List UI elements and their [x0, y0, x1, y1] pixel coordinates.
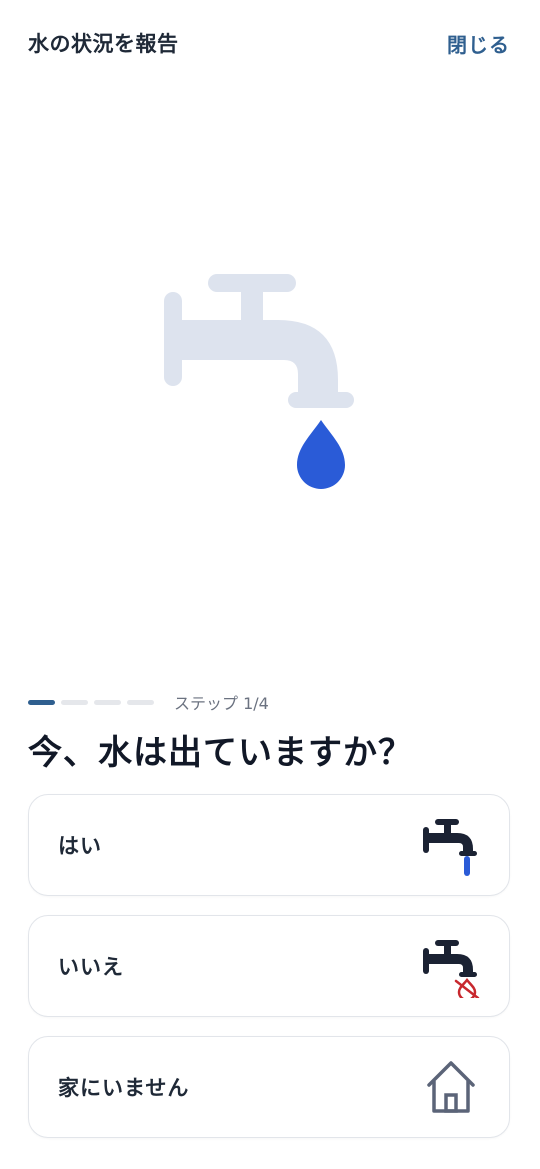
progress-indicator: ステップ 1/4	[28, 690, 508, 714]
option-yes-button[interactable]: はい	[28, 794, 510, 896]
option-label: いいえ	[58, 955, 124, 979]
progress-segment-1	[28, 699, 55, 705]
step-label: ステップ 1/4	[174, 694, 269, 713]
page-title: 水の状況を報告	[28, 32, 179, 56]
progress-segment-4	[127, 699, 154, 705]
progress-segment-3	[94, 699, 121, 705]
faucet-no-water-icon	[421, 934, 481, 1002]
option-label: はい	[58, 834, 102, 858]
option-label: 家にいません	[58, 1076, 190, 1100]
question-heading: 今、水は出ていますか？	[28, 733, 413, 773]
header: 水の状況を報告 閉じる	[0, 0, 540, 84]
faucet-with-water-drop-icon	[164, 274, 354, 489]
option-not-home-button[interactable]: 家にいません	[28, 1036, 510, 1138]
faucet-running-icon	[421, 813, 481, 877]
house-icon	[421, 1055, 481, 1119]
option-no-button[interactable]: いいえ	[28, 915, 510, 1017]
hero-illustration	[150, 262, 370, 502]
close-button[interactable]: 閉じる	[447, 29, 510, 58]
progress-segment-2	[61, 699, 88, 705]
